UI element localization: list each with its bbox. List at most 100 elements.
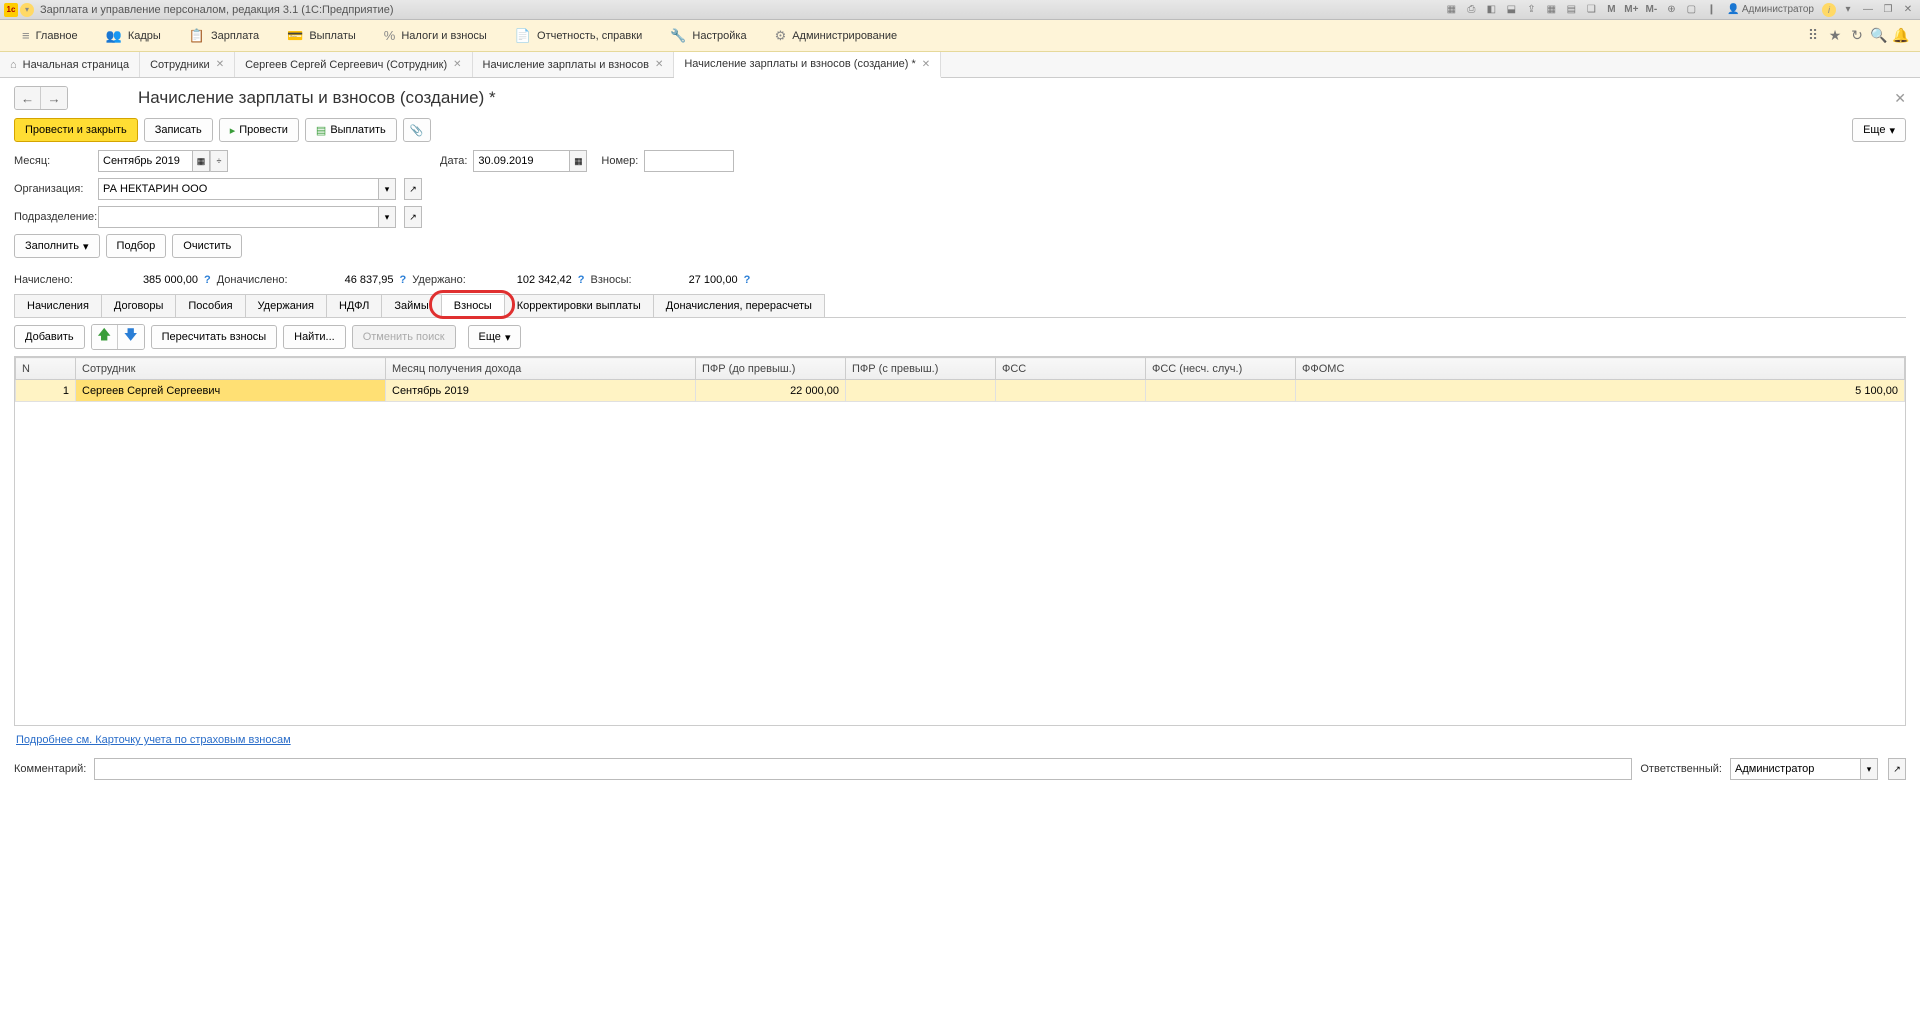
tab-close-icon[interactable]: ✕ xyxy=(922,59,930,70)
nav-fwd-button[interactable]: → xyxy=(41,87,67,109)
tb-zoom-icon[interactable]: ⊕ xyxy=(1663,2,1679,18)
insurance-card-link[interactable]: Подробнее см. Карточку учета по страховы… xyxy=(16,734,291,746)
maximize-icon[interactable]: ❐ xyxy=(1880,2,1896,18)
apps-icon[interactable]: ⠿ xyxy=(1802,25,1824,47)
dept-open-icon[interactable]: ↗ xyxy=(404,206,422,228)
tb-calc-icon[interactable]: ▤ xyxy=(1563,2,1579,18)
menu-main[interactable]: ≡Главное xyxy=(8,20,92,51)
help-icon[interactable]: ? xyxy=(400,274,407,286)
menu-admin[interactable]: ⚙Администрирование xyxy=(761,20,912,51)
help-icon[interactable]: ? xyxy=(204,274,211,286)
info-icon[interactable]: i xyxy=(1822,3,1836,17)
dtab-contributions[interactable]: Взносы xyxy=(441,294,505,317)
title-dropdown-icon[interactable]: ▾ xyxy=(20,3,34,17)
tab-home[interactable]: ⌂Начальная страница xyxy=(0,52,140,77)
move-down-button[interactable]: 🡇 xyxy=(118,325,144,349)
dtab-accruals[interactable]: Начисления xyxy=(14,294,102,317)
tb-box-icon[interactable]: ▢ xyxy=(1683,2,1699,18)
cell-pfr-below[interactable]: 22 000,00 xyxy=(696,380,846,402)
menu-kadry[interactable]: 👥Кадры xyxy=(92,20,175,51)
tab-employee-card[interactable]: Сергеев Сергей Сергеевич (Сотрудник)✕ xyxy=(235,52,472,77)
menu-vyplaty[interactable]: 💳Выплаты xyxy=(273,20,370,51)
tb-icon-1[interactable]: ▦ xyxy=(1443,2,1459,18)
tab-close-icon[interactable]: ✕ xyxy=(453,59,461,70)
tb-print-icon[interactable]: ⎙ xyxy=(1463,2,1479,18)
recalc-button[interactable]: Пересчитать взносы xyxy=(151,325,278,349)
pick-button[interactable]: Подбор xyxy=(106,234,167,258)
number-input[interactable] xyxy=(644,150,734,172)
post-button[interactable]: ▸Провести xyxy=(219,118,299,142)
col-fss-acc[interactable]: ФСС (несч. случ.) xyxy=(1146,358,1296,380)
nav-back-button[interactable]: ← xyxy=(15,87,41,109)
col-fss[interactable]: ФСС xyxy=(996,358,1146,380)
cell-fss[interactable] xyxy=(996,380,1146,402)
dtab-contracts[interactable]: Договоры xyxy=(101,294,176,317)
table-container[interactable]: N Сотрудник Месяц получения дохода ПФР (… xyxy=(14,356,1906,726)
minimize-icon[interactable]: — xyxy=(1860,2,1876,18)
dtab-deductions[interactable]: Удержания xyxy=(245,294,327,317)
org-open-icon[interactable]: ↗ xyxy=(404,178,422,200)
date-input[interactable] xyxy=(473,150,569,172)
col-employee[interactable]: Сотрудник xyxy=(76,358,386,380)
tb-m-plus[interactable]: M+ xyxy=(1623,2,1639,18)
col-pfr-above[interactable]: ПФР (с превыш.) xyxy=(846,358,996,380)
tab-payroll-new[interactable]: Начисление зарплаты и взносов (создание)… xyxy=(674,52,941,78)
tb-icon-3[interactable]: ◧ xyxy=(1483,2,1499,18)
comment-input[interactable] xyxy=(94,758,1632,780)
tb-m[interactable]: M xyxy=(1603,2,1619,18)
tab-employees[interactable]: Сотрудники✕ xyxy=(140,52,235,77)
cell-employee[interactable]: Сергеев Сергей Сергеевич xyxy=(76,380,386,402)
clear-button[interactable]: Очистить xyxy=(172,234,242,258)
dtab-loans[interactable]: Займы xyxy=(381,294,441,317)
tab-close-icon[interactable]: ✕ xyxy=(655,59,663,70)
search-icon[interactable]: 🔍 xyxy=(1868,25,1890,47)
cell-fss-acc[interactable] xyxy=(1146,380,1296,402)
tb-tool-icon[interactable]: ❙ xyxy=(1703,2,1719,18)
tb-grid-icon[interactable]: ▦ xyxy=(1543,2,1559,18)
user-label[interactable]: 👤Администратор xyxy=(1727,4,1814,15)
table-row[interactable]: 1 Сергеев Сергей Сергеевич Сентябрь 2019… xyxy=(16,380,1905,402)
star-icon[interactable]: ★ xyxy=(1824,25,1846,47)
menu-nalogi[interactable]: %Налоги и взносы xyxy=(370,20,501,51)
org-dd-icon[interactable]: ▾ xyxy=(378,178,396,200)
pay-button[interactable]: ▤Выплатить xyxy=(305,118,397,142)
dtab-corrections[interactable]: Корректировки выплаты xyxy=(504,294,654,317)
help-icon[interactable]: ? xyxy=(578,274,585,286)
org-input[interactable] xyxy=(98,178,378,200)
dtab-additional[interactable]: Доначисления, перерасчеты xyxy=(653,294,825,317)
dept-input[interactable] xyxy=(98,206,378,228)
move-up-button[interactable]: 🡅 xyxy=(92,325,118,349)
menu-zarplata[interactable]: 📋Зарплата xyxy=(175,20,273,51)
more-button[interactable]: Еще ▾ xyxy=(1852,118,1906,142)
add-row-button[interactable]: Добавить xyxy=(14,325,85,349)
responsible-dd-icon[interactable]: ▾ xyxy=(1860,758,1878,780)
menu-nastroika[interactable]: 🔧Настройка xyxy=(656,20,760,51)
bell-icon[interactable]: 🔔 xyxy=(1890,25,1912,47)
page-close-icon[interactable]: ✕ xyxy=(1894,90,1906,107)
close-icon[interactable]: ✕ xyxy=(1900,2,1916,18)
tb-m-minus[interactable]: M- xyxy=(1643,2,1659,18)
attach-button[interactable]: 📎 xyxy=(403,118,431,142)
dtab-benefits[interactable]: Пособия xyxy=(175,294,245,317)
save-button[interactable]: Записать xyxy=(144,118,213,142)
month-picker-icon[interactable]: ▦ xyxy=(192,150,210,172)
tb-icon-4[interactable]: ⬓ xyxy=(1503,2,1519,18)
menu-otchet[interactable]: 📄Отчетность, справки xyxy=(501,20,656,51)
table-more-button[interactable]: Еще ▾ xyxy=(468,325,522,349)
post-close-button[interactable]: Провести и закрыть xyxy=(14,118,138,142)
month-stepper-icon[interactable]: ÷ xyxy=(210,150,228,172)
tb-cal-icon[interactable]: ❑ xyxy=(1583,2,1599,18)
find-button[interactable]: Найти... xyxy=(283,325,346,349)
fill-button[interactable]: Заполнить ▾ xyxy=(14,234,100,258)
cell-ffoms[interactable]: 5 100,00 xyxy=(1296,380,1905,402)
help-icon[interactable]: ? xyxy=(744,274,751,286)
responsible-input[interactable] xyxy=(1730,758,1860,780)
tb-icon-5[interactable]: ⇪ xyxy=(1523,2,1539,18)
col-ffoms[interactable]: ФФОМС xyxy=(1296,358,1905,380)
history-icon[interactable]: ↻ xyxy=(1846,25,1868,47)
col-n[interactable]: N xyxy=(16,358,76,380)
tb-dd-icon[interactable]: ▾ xyxy=(1840,2,1856,18)
tab-close-icon[interactable]: ✕ xyxy=(216,59,224,70)
tab-payroll-list[interactable]: Начисление зарплаты и взносов✕ xyxy=(473,52,675,77)
col-month[interactable]: Месяц получения дохода xyxy=(386,358,696,380)
